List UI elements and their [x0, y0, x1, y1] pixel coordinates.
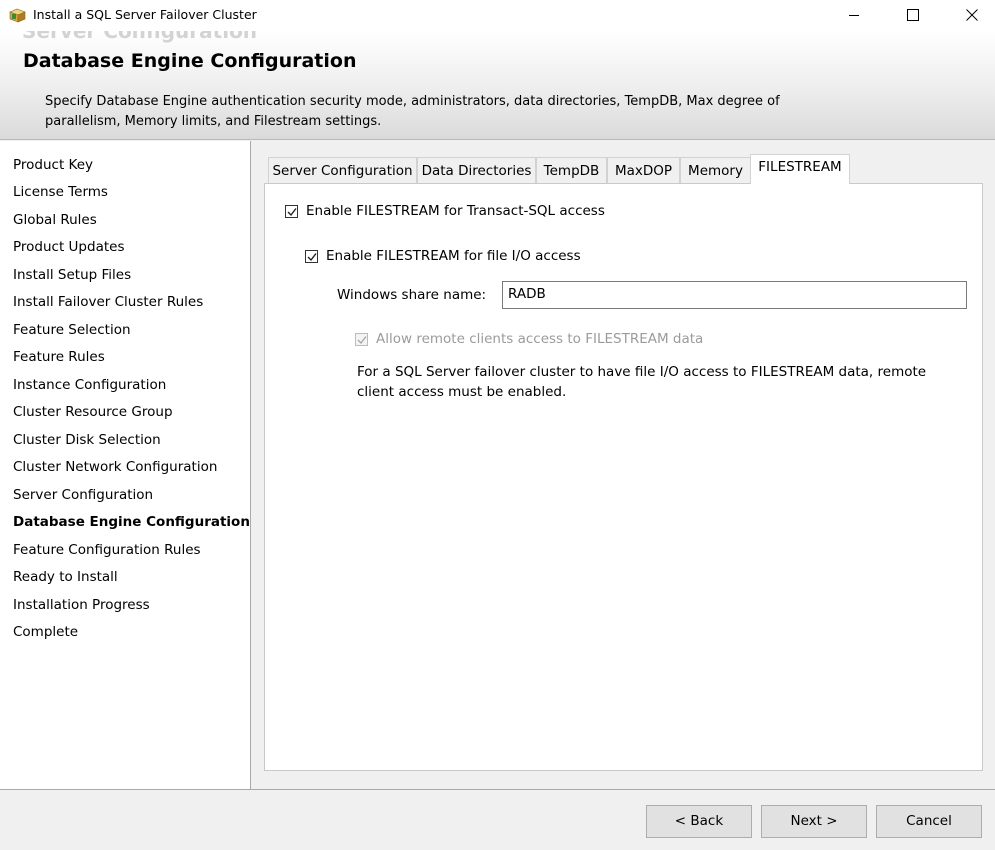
nav-item-database-engine-configuration[interactable]: Database Engine Configuration	[13, 514, 250, 530]
setup-box-icon	[9, 7, 26, 23]
window-title: Install a SQL Server Failover Cluster	[33, 7, 257, 22]
nav-item-feature-configuration-rules[interactable]: Feature Configuration Rules	[13, 542, 201, 558]
nav-item-cluster-disk-selection[interactable]: Cluster Disk Selection	[13, 432, 161, 448]
tab-tempdb[interactable]: TempDB	[536, 157, 607, 183]
nav-item-install-failover-cluster-rules[interactable]: Install Failover Cluster Rules	[13, 294, 203, 310]
tsql-access-label[interactable]: Enable FILESTREAM for Transact-SQL acces…	[306, 203, 605, 219]
share-name-label: Windows share name:	[337, 287, 487, 303]
remote-clients-checkbox	[355, 333, 368, 346]
nav-item-feature-selection[interactable]: Feature Selection	[13, 322, 131, 338]
footer-divider	[0, 789, 995, 790]
title-bar: Install a SQL Server Failover Cluster	[0, 0, 995, 31]
tsql-access-checkbox[interactable]	[285, 205, 298, 218]
cancel-button[interactable]: Cancel	[876, 805, 982, 838]
tab-filestream[interactable]: FILESTREAM	[750, 154, 850, 184]
page-header: Server Configuration Database Engine Con…	[0, 31, 995, 140]
nav-item-server-configuration[interactable]: Server Configuration	[13, 487, 153, 503]
nav-item-ready-to-install[interactable]: Ready to Install	[13, 569, 118, 585]
nav-item-instance-configuration[interactable]: Instance Configuration	[13, 377, 166, 393]
file-io-access-checkbox[interactable]	[305, 250, 318, 263]
nav-item-cluster-resource-group[interactable]: Cluster Resource Group	[13, 404, 173, 420]
remote-clients-label: Allow remote clients access to FILESTREA…	[376, 331, 704, 347]
nav-item-complete[interactable]: Complete	[13, 624, 78, 640]
nav-item-product-key[interactable]: Product Key	[13, 157, 93, 173]
nav-item-install-setup-files[interactable]: Install Setup Files	[13, 267, 131, 283]
nav-item-global-rules[interactable]: Global Rules	[13, 212, 97, 228]
tab-memory[interactable]: Memory	[680, 157, 751, 183]
tab-server-configuration[interactable]: Server Configuration	[268, 157, 417, 183]
page-title: Database Engine Configuration	[23, 50, 357, 72]
nav-item-product-updates[interactable]: Product Updates	[13, 239, 124, 255]
header-ghost-text: Server Configuration	[22, 31, 258, 43]
minimize-button[interactable]	[831, 0, 877, 31]
nav-item-cluster-network-configuration[interactable]: Cluster Network Configuration	[13, 459, 217, 475]
wizard-step-list: Product Key License Terms Global Rules P…	[0, 141, 251, 789]
filestream-tab-panel	[264, 183, 983, 771]
nav-item-feature-rules[interactable]: Feature Rules	[13, 349, 105, 365]
page-description: Specify Database Engine authentication s…	[45, 94, 780, 129]
next-button[interactable]: Next >	[761, 805, 867, 838]
back-button[interactable]: < Back	[646, 805, 752, 838]
close-button[interactable]	[949, 0, 995, 31]
nav-item-installation-progress[interactable]: Installation Progress	[13, 597, 150, 613]
share-name-input[interactable]: RADB	[502, 281, 967, 309]
tab-maxdop[interactable]: MaxDOP	[607, 157, 680, 183]
remote-access-info-text: For a SQL Server failover cluster to hav…	[357, 364, 927, 400]
maximize-button[interactable]	[890, 0, 936, 31]
nav-item-license-terms[interactable]: License Terms	[13, 184, 108, 200]
file-io-access-label[interactable]: Enable FILESTREAM for file I/O access	[326, 248, 581, 264]
tab-data-directories[interactable]: Data Directories	[417, 157, 536, 183]
